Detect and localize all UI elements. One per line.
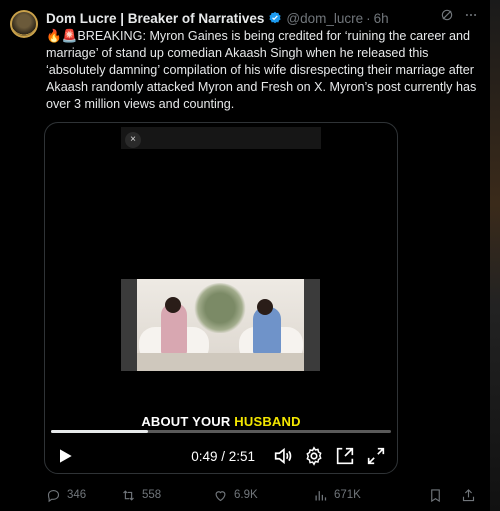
volume-icon[interactable] xyxy=(272,445,294,467)
video-progress-fill xyxy=(51,430,149,433)
video-caption: ABOUT YOUR HUSBAND xyxy=(45,414,397,429)
caption-highlight: HUSBAND xyxy=(234,414,301,429)
close-icon[interactable]: × xyxy=(125,132,141,148)
video-topbar xyxy=(121,127,321,149)
tweet-header: Dom Lucre | Breaker of Narratives @dom_l… xyxy=(46,9,480,27)
view-count: 671K xyxy=(334,489,361,501)
video-timecode: 0:49 / 2:51 xyxy=(191,448,255,464)
video-player[interactable]: × ABOUT YOUR HUSBAND 0:49 / 2:51 xyxy=(44,122,398,474)
tweet-actions: 346 558 6.9K 671K xyxy=(46,486,476,504)
settings-gear-icon[interactable] xyxy=(303,445,325,467)
plant-image xyxy=(193,283,247,333)
author-name[interactable]: Dom Lucre | Breaker of Narratives xyxy=(46,11,264,26)
video-progress-bar[interactable] xyxy=(51,430,391,433)
share-icon[interactable] xyxy=(461,488,476,503)
video-controls: 0:49 / 2:51 xyxy=(55,445,387,467)
verified-badge-icon xyxy=(269,11,281,24)
tweet-text: 🔥🚨BREAKING: Myron Gaines is being credit… xyxy=(46,29,477,111)
fullscreen-icon[interactable] xyxy=(365,445,387,467)
repost-button[interactable]: 558 xyxy=(121,488,213,503)
author-handle[interactable]: @dom_lucre xyxy=(286,11,363,26)
bookmark-icon[interactable] xyxy=(428,488,443,503)
reply-count: 346 xyxy=(67,489,87,501)
heart-icon xyxy=(215,490,226,501)
header-actions xyxy=(440,8,478,22)
like-button[interactable]: 6.9K xyxy=(213,488,313,503)
avatar[interactable] xyxy=(10,10,38,38)
views-chart-icon xyxy=(315,490,327,500)
video-frame[interactable] xyxy=(121,279,320,371)
repost-count: 558 xyxy=(142,489,162,501)
tweet: Dom Lucre | Breaker of Narratives @dom_l… xyxy=(0,0,490,511)
background-edge xyxy=(490,0,500,511)
like-count: 6.9K xyxy=(234,489,258,501)
reply-icon xyxy=(47,489,60,502)
grok-icon[interactable] xyxy=(440,8,454,22)
repost-icon xyxy=(123,489,134,501)
timestamp[interactable]: 6h xyxy=(374,11,389,26)
separator-dot: · xyxy=(366,10,371,26)
caption-prefix: ABOUT YOUR xyxy=(141,414,235,429)
reply-button[interactable]: 346 xyxy=(46,488,121,503)
more-options-icon[interactable] xyxy=(464,8,478,22)
play-icon[interactable] xyxy=(55,446,75,466)
views-button[interactable]: 671K xyxy=(313,488,413,503)
pip-icon[interactable] xyxy=(334,445,356,467)
